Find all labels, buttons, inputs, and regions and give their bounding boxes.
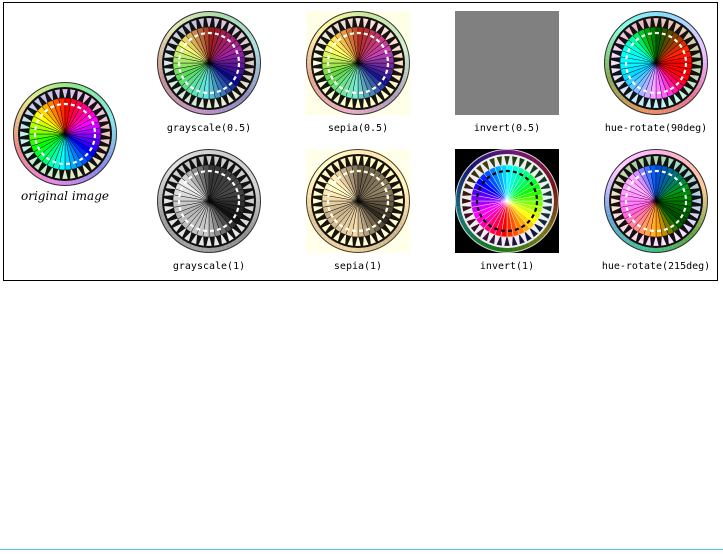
- sepia-half-image: [306, 11, 410, 115]
- color-wheel-graphic: [306, 11, 410, 115]
- hue-rotate-215-caption: hue-rotate(215deg): [601, 261, 711, 272]
- grayscale-half-caption: grayscale(0.5): [166, 123, 252, 134]
- filter-comparison-figure: original image grayscale(0.5) sepia(0.5)…: [3, 2, 718, 281]
- original-image: [13, 82, 117, 186]
- color-wheel-graphic: [157, 149, 261, 253]
- color-wheel-graphic: [604, 149, 708, 253]
- color-wheel-graphic: [13, 82, 117, 186]
- hue-rotate-90-caption: hue-rotate(90deg): [604, 123, 708, 134]
- sepia-half-caption: sepia(0.5): [327, 123, 389, 134]
- color-wheel-graphic: [306, 149, 410, 253]
- color-wheel-graphic: [157, 11, 261, 115]
- invert-half-caption: invert(0.5): [473, 123, 541, 134]
- grayscale-full-image: [157, 149, 261, 253]
- grayscale-full-caption: grayscale(1): [172, 261, 246, 272]
- original-image-caption: original image: [20, 189, 109, 203]
- color-wheel-graphic: [604, 11, 708, 115]
- invert-half-image: [455, 11, 559, 115]
- invert-full-caption: invert(1): [479, 261, 535, 272]
- grayscale-half-image: [157, 11, 261, 115]
- hue-rotate-215-image: [604, 149, 708, 253]
- sepia-full-image: [306, 149, 410, 253]
- bottom-rule: [0, 549, 723, 550]
- color-wheel-graphic: [455, 149, 559, 253]
- hue-rotate-90-image: [604, 11, 708, 115]
- sepia-full-caption: sepia(1): [333, 261, 383, 272]
- invert-full-image: [455, 149, 559, 253]
- color-wheel-graphic: [455, 11, 559, 115]
